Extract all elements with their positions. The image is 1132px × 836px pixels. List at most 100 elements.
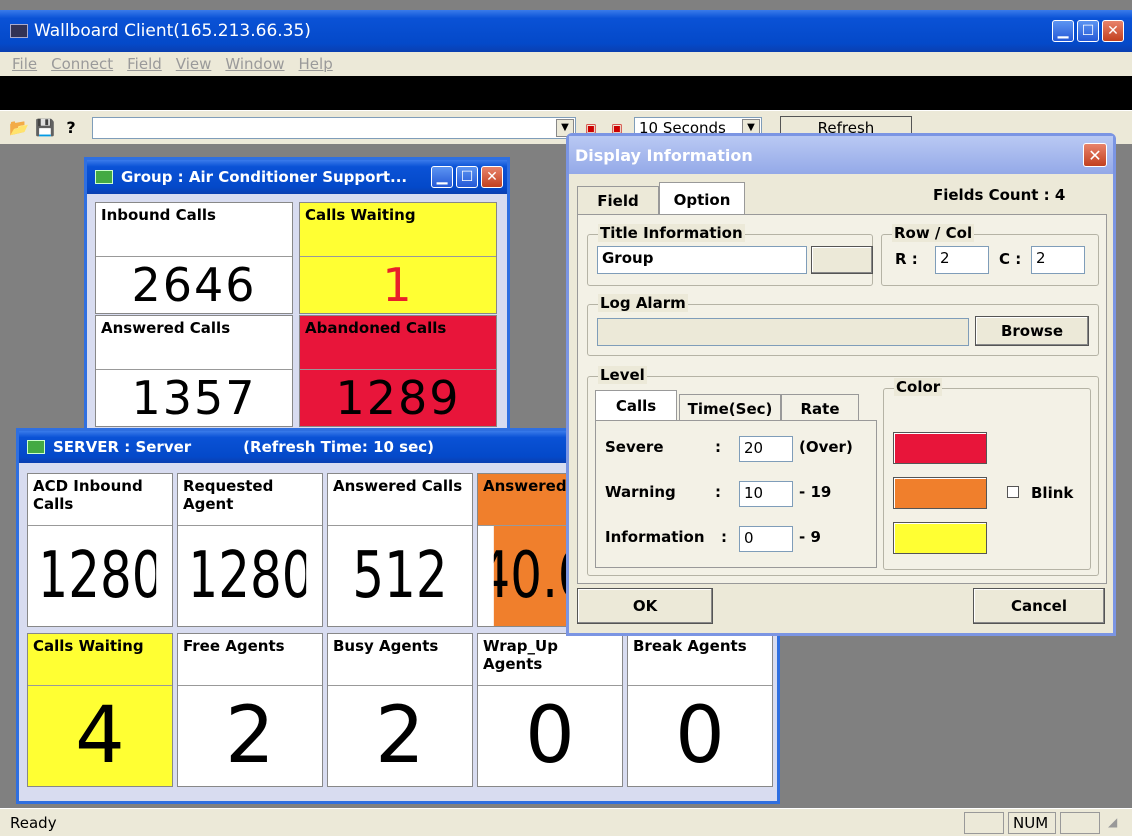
blink-checkbox[interactable] xyxy=(1007,486,1019,498)
level-value-input[interactable]: 10 xyxy=(739,481,793,507)
num-label: NUM xyxy=(1013,814,1049,832)
refresh-time-info: (Refresh Time: 10 sec) xyxy=(243,438,435,456)
menu-view[interactable]: View xyxy=(176,55,212,73)
menu-help[interactable]: Help xyxy=(299,55,333,73)
menu-window[interactable]: Window xyxy=(225,55,284,73)
tab-rate[interactable]: Rate xyxy=(781,394,859,422)
app-title: Wallboard Client(165.213.66.35) xyxy=(34,21,311,41)
server-cell: Break Agents 0 xyxy=(627,633,773,787)
level-name: Warning xyxy=(605,483,676,501)
cell-value: 2 xyxy=(328,686,472,786)
cell-value: 2646 xyxy=(96,257,292,313)
tab-time-sec[interactable]: Time(Sec) xyxy=(679,394,781,422)
cell-label: Answered Calls xyxy=(96,316,292,370)
level-name: Severe xyxy=(605,438,664,456)
num-lock-indicator: NUM xyxy=(1008,812,1056,834)
server-cell: Requested Agent1280 xyxy=(177,473,323,627)
cell-label: ACD Inbound Calls xyxy=(28,474,172,526)
tab-time-sec-label: Time(Sec) xyxy=(687,399,773,418)
server-cell: Free Agents 2 xyxy=(177,633,323,787)
ok-button[interactable]: OK xyxy=(577,588,713,624)
tab-option-label: Option xyxy=(673,190,731,209)
window-icon xyxy=(27,440,45,454)
group-cell: Calls Waiting 1 xyxy=(299,202,497,314)
level-value-input[interactable]: 20 xyxy=(739,436,793,462)
cell-value: 2 xyxy=(178,686,322,786)
cell-label: Requested Agent xyxy=(178,474,322,526)
row-label: R : xyxy=(895,250,918,268)
cell-value: 512 xyxy=(343,526,457,626)
status-panel xyxy=(1060,812,1100,834)
row-col-label: Row / Col xyxy=(892,224,975,242)
level-name: Information xyxy=(605,528,705,546)
col-input[interactable]: 2 xyxy=(1031,246,1085,274)
cell-label: Busy Agents xyxy=(328,634,472,686)
cell-label: Break Agents xyxy=(628,634,772,686)
status-text: Ready xyxy=(10,814,57,832)
cell-label: Calls Waiting xyxy=(28,634,172,686)
information-color-button[interactable] xyxy=(893,522,987,554)
open-folder-icon[interactable]: 📂 xyxy=(8,117,30,139)
level-label: Level xyxy=(598,366,647,384)
maximize-button[interactable]: ☐ xyxy=(456,166,478,188)
main-title-bar[interactable]: Wallboard Client(165.213.66.35) ▁ ☐ ✕ xyxy=(0,10,1132,52)
cell-value: 4 xyxy=(28,686,172,786)
maximize-button[interactable]: ☐ xyxy=(1077,20,1099,42)
dialog-title-bar[interactable]: Display Information ✕ xyxy=(569,136,1113,174)
menu-connect[interactable]: Connect xyxy=(51,55,113,73)
close-button[interactable]: ✕ xyxy=(1102,20,1124,42)
close-button[interactable]: ✕ xyxy=(481,166,503,188)
server-cell: Answered Calls 512 xyxy=(327,473,473,627)
status-panel xyxy=(964,812,1004,834)
level-suffix: - 19 xyxy=(799,483,832,501)
save-icon[interactable]: 💾 xyxy=(34,117,56,139)
cancel-label: Cancel xyxy=(1010,597,1067,615)
log-alarm-input[interactable] xyxy=(597,318,969,346)
group-window-title-bar[interactable]: Group : Air Conditioner Support... ▁ ☐ ✕ xyxy=(87,160,507,194)
log-alarm-label: Log Alarm xyxy=(598,294,688,312)
minimize-button[interactable]: ▁ xyxy=(1052,20,1074,42)
group-window-title: Group : Air Conditioner Support... xyxy=(121,168,408,186)
tab-option[interactable]: Option xyxy=(659,182,745,216)
level-suffix: - 9 xyxy=(799,528,821,546)
group-cell: Abandoned Calls 1289 xyxy=(299,315,497,427)
cancel-button[interactable]: Cancel xyxy=(973,588,1105,624)
tab-calls-label: Calls xyxy=(615,396,657,415)
ok-label: OK xyxy=(632,597,658,615)
minimize-button[interactable]: ▁ xyxy=(431,166,453,188)
app-icon xyxy=(10,24,28,38)
cell-label: Calls Waiting xyxy=(300,203,496,257)
cell-label: Wrap_Up Agents xyxy=(478,634,622,686)
blink-label: Blink xyxy=(1031,484,1074,502)
tab-calls[interactable]: Calls xyxy=(595,390,677,420)
status-bar: Ready NUM ◢ xyxy=(0,808,1132,836)
display-information-dialog[interactable]: Display Information ✕ Field Option Field… xyxy=(566,133,1116,636)
close-button[interactable]: ✕ xyxy=(1083,143,1107,167)
tab-field-label: Field xyxy=(597,191,639,210)
title-color-button[interactable] xyxy=(811,246,873,274)
warning-color-button[interactable] xyxy=(893,477,987,509)
title-input[interactable]: Group xyxy=(597,246,807,274)
level-suffix: (Over) xyxy=(799,438,853,456)
severe-color-button[interactable] xyxy=(893,432,987,464)
menu-field[interactable]: Field xyxy=(127,55,162,73)
dialog-title: Display Information xyxy=(575,145,753,165)
browse-button[interactable]: Browse xyxy=(975,316,1089,346)
resize-grip-icon[interactable]: ◢ xyxy=(1108,815,1126,833)
group-window[interactable]: Group : Air Conditioner Support... ▁ ☐ ✕… xyxy=(84,157,510,433)
title-information-label: Title Information xyxy=(598,224,745,242)
black-bar xyxy=(0,76,1132,110)
menu-bar: File Connect Field View Window Help xyxy=(0,52,1132,76)
tab-field[interactable]: Field xyxy=(577,186,659,214)
level-value-input[interactable]: 0 xyxy=(739,526,793,552)
color-label: Color xyxy=(894,378,943,396)
cell-value: 0 xyxy=(478,686,622,786)
window-icon xyxy=(95,170,113,184)
cell-label: Inbound Calls xyxy=(96,203,292,257)
field-combo[interactable]: ▼ xyxy=(92,116,576,139)
cell-value: 1280 xyxy=(43,526,157,626)
help-icon[interactable]: ? xyxy=(60,117,82,139)
menu-file[interactable]: File xyxy=(12,55,37,73)
row-input[interactable]: 2 xyxy=(935,246,989,274)
cell-label: Free Agents xyxy=(178,634,322,686)
